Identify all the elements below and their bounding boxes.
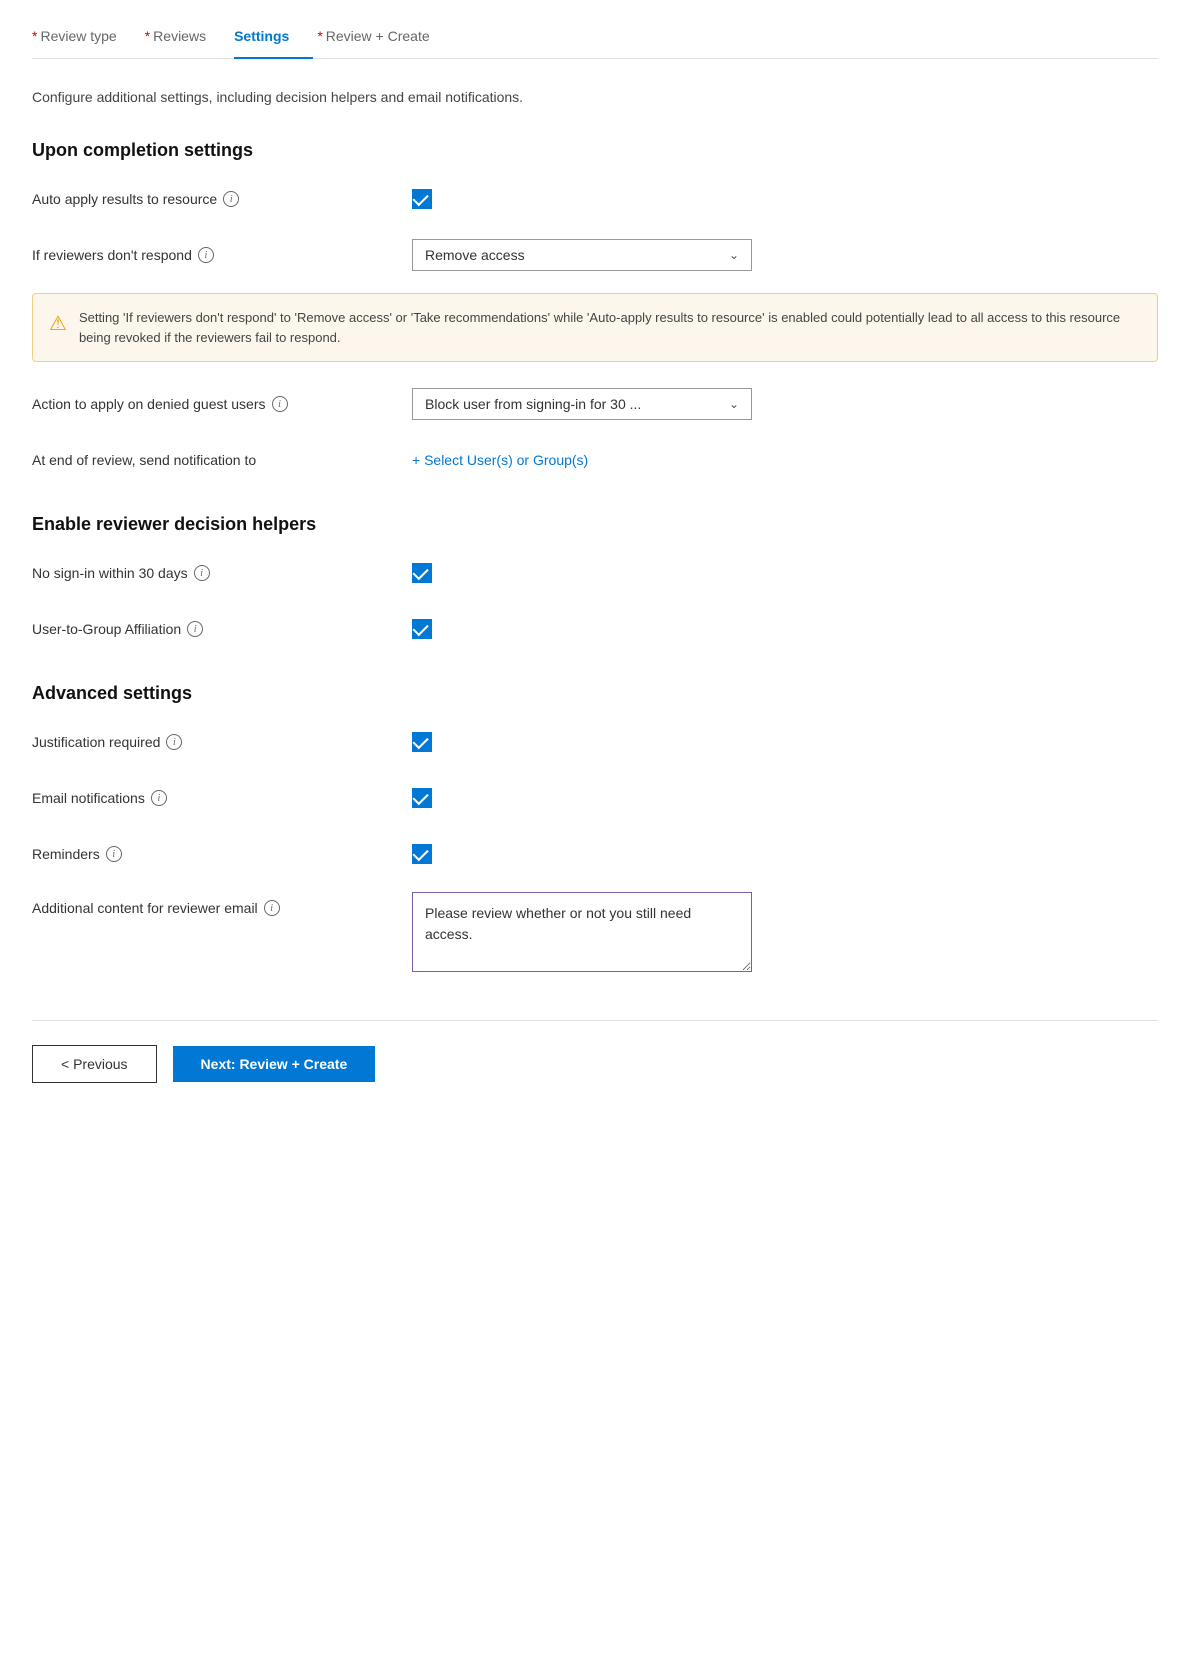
advanced-settings-section: Advanced settings Justification required… <box>32 683 1158 972</box>
action-denied-dropdown[interactable]: Block user from signing-in for 30 ... ⌄ <box>412 388 752 420</box>
additional-content-row: Additional content for reviewer email i … <box>32 892 1158 972</box>
action-denied-chevron: ⌄ <box>729 397 739 411</box>
action-denied-info-icon[interactable]: i <box>272 396 288 412</box>
next-button[interactable]: Next: Review + Create <box>173 1046 376 1082</box>
additional-content-textarea[interactable]: Please review whether or not you still n… <box>412 892 752 972</box>
tab-reviews-label: Reviews <box>153 28 206 44</box>
if-reviewers-chevron: ⌄ <box>729 248 739 262</box>
reminders-info-icon[interactable]: i <box>106 846 122 862</box>
tab-review-type-label: Review type <box>40 28 116 44</box>
tab-settings[interactable]: Settings <box>234 18 313 58</box>
completion-settings-section: Upon completion settings Auto apply resu… <box>32 140 1158 478</box>
additional-content-info-icon[interactable]: i <box>264 900 280 916</box>
if-reviewers-label: If reviewers don't respond <box>32 247 192 263</box>
tab-review-type[interactable]: * Review type <box>32 18 141 58</box>
auto-apply-label: Auto apply results to resource <box>32 191 217 207</box>
justification-checkbox[interactable] <box>412 732 432 752</box>
justification-row: Justification required i <box>32 724 1158 760</box>
previous-button[interactable]: < Previous <box>32 1045 157 1083</box>
required-star-reviews: * <box>145 28 150 44</box>
page-description: Configure additional settings, including… <box>32 87 1158 108</box>
no-signin-info-icon[interactable]: i <box>194 565 210 581</box>
additional-content-label: Additional content for reviewer email <box>32 900 258 916</box>
auto-apply-info-icon[interactable]: i <box>223 191 239 207</box>
email-notifications-checkbox[interactable] <box>412 788 432 808</box>
warning-box: ⚠ Setting 'If reviewers don't respond' t… <box>32 293 1158 362</box>
required-star-review-type: * <box>32 28 37 44</box>
user-group-checkbox[interactable] <box>412 619 432 639</box>
bottom-bar: < Previous Next: Review + Create <box>32 1020 1158 1083</box>
wizard-tabs: * Review type * Reviews Settings * Revie… <box>32 0 1158 59</box>
auto-apply-checkbox[interactable] <box>412 189 432 209</box>
if-reviewers-info-icon[interactable]: i <box>198 247 214 263</box>
additional-content-label-group: Additional content for reviewer email i <box>32 892 412 916</box>
justification-label: Justification required <box>32 734 160 750</box>
email-notifications-label-group: Email notifications i <box>32 790 412 806</box>
reminders-label: Reminders <box>32 846 100 862</box>
user-group-info-icon[interactable]: i <box>187 621 203 637</box>
email-notifications-info-icon[interactable]: i <box>151 790 167 806</box>
justification-info-icon[interactable]: i <box>166 734 182 750</box>
no-signin-checkbox[interactable] <box>412 563 432 583</box>
user-group-row: User-to-Group Affiliation i <box>32 611 1158 647</box>
warning-icon: ⚠ <box>49 309 67 339</box>
auto-apply-label-group: Auto apply results to resource i <box>32 191 412 207</box>
justification-label-group: Justification required i <box>32 734 412 750</box>
tab-review-create-label: Review + Create <box>326 28 430 44</box>
user-group-label-group: User-to-Group Affiliation i <box>32 621 412 637</box>
tab-review-create[interactable]: * Review + Create <box>317 18 453 58</box>
if-reviewers-value: Remove access <box>425 247 525 263</box>
action-denied-label: Action to apply on denied guest users <box>32 396 266 412</box>
action-denied-label-group: Action to apply on denied guest users i <box>32 396 412 412</box>
reminders-row: Reminders i <box>32 836 1158 872</box>
if-reviewers-row: If reviewers don't respond i Remove acce… <box>32 237 1158 273</box>
no-signin-label: No sign-in within 30 days <box>32 565 188 581</box>
decision-helpers-section: Enable reviewer decision helpers No sign… <box>32 514 1158 647</box>
email-notifications-label: Email notifications <box>32 790 145 806</box>
reminders-checkbox[interactable] <box>412 844 432 864</box>
email-notifications-row: Email notifications i <box>32 780 1158 816</box>
required-star-review-create: * <box>317 28 322 44</box>
auto-apply-row: Auto apply results to resource i <box>32 181 1158 217</box>
action-denied-value: Block user from signing-in for 30 ... <box>425 396 641 412</box>
no-signin-row: No sign-in within 30 days i <box>32 555 1158 591</box>
advanced-settings-title: Advanced settings <box>32 683 1158 704</box>
decision-helpers-title: Enable reviewer decision helpers <box>32 514 1158 535</box>
warning-text: Setting 'If reviewers don't respond' to … <box>79 308 1141 347</box>
send-notification-row: At end of review, send notification to +… <box>32 442 1158 478</box>
reminders-label-group: Reminders i <box>32 846 412 862</box>
completion-settings-title: Upon completion settings <box>32 140 1158 161</box>
send-notification-label: At end of review, send notification to <box>32 452 256 468</box>
no-signin-label-group: No sign-in within 30 days i <box>32 565 412 581</box>
if-reviewers-dropdown[interactable]: Remove access ⌄ <box>412 239 752 271</box>
if-reviewers-label-group: If reviewers don't respond i <box>32 247 412 263</box>
send-notification-label-group: At end of review, send notification to <box>32 452 412 468</box>
tab-reviews[interactable]: * Reviews <box>145 18 230 58</box>
tab-settings-label: Settings <box>234 28 289 44</box>
select-users-link[interactable]: + Select User(s) or Group(s) <box>412 452 588 468</box>
action-denied-row: Action to apply on denied guest users i … <box>32 386 1158 422</box>
user-group-label: User-to-Group Affiliation <box>32 621 181 637</box>
